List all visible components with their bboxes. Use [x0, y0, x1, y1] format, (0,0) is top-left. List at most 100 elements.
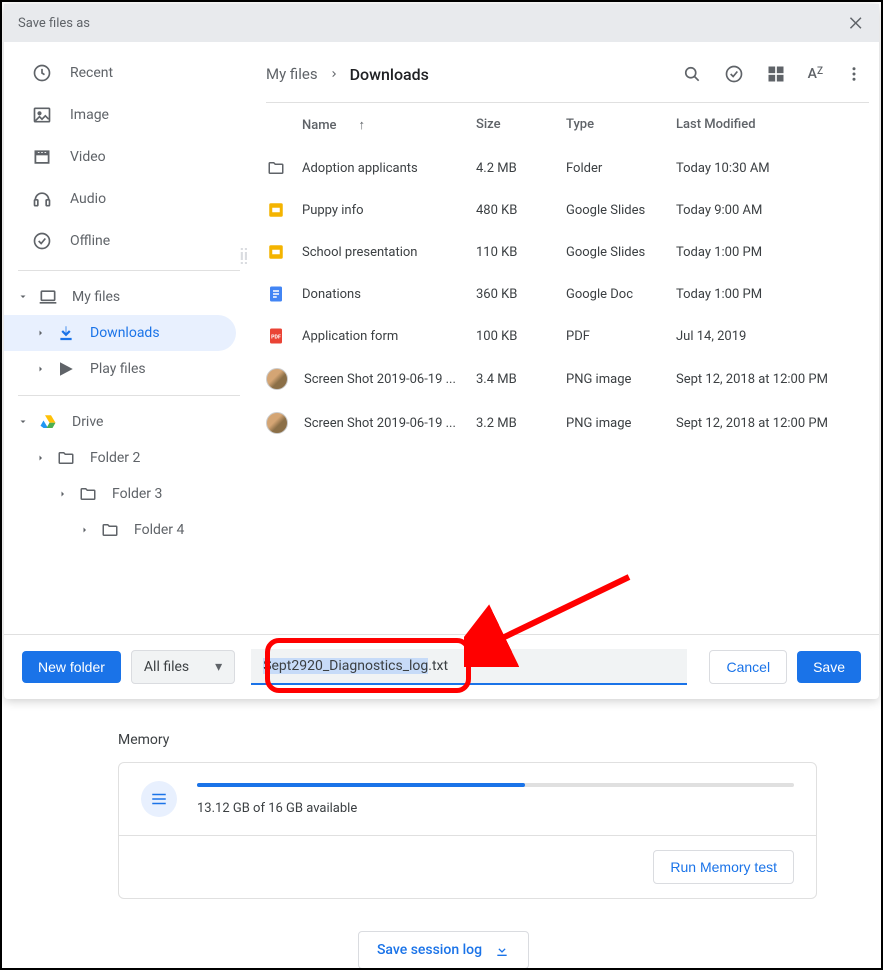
sidebar-item-image[interactable]: Image [4, 94, 254, 136]
table-row[interactable]: Puppy info480 KBGoogle SlidesToday 9:00 … [254, 189, 869, 231]
folder-icon [56, 448, 76, 468]
filename-selected-text: Sept2920_Diagnostics_log [263, 658, 428, 674]
new-folder-button[interactable]: New folder [22, 651, 121, 683]
file-name: Adoption applicants [302, 161, 418, 176]
offline-icon[interactable] [724, 64, 744, 84]
chevron-right-icon [328, 68, 340, 80]
more-options-icon[interactable] [845, 65, 863, 83]
file-type-filter[interactable]: All files ▾ [131, 650, 235, 684]
file-name: Application form [302, 329, 398, 344]
chevron-right-icon [76, 524, 94, 536]
resize-handle[interactable]: ⠿⠿ [239, 252, 250, 264]
file-size: 3.2 MB [476, 416, 566, 431]
chevron-down-icon [14, 416, 32, 428]
pdf-icon: PDF [266, 326, 286, 346]
sidebar-item-label: Offline [70, 233, 110, 249]
column-type[interactable]: Type [566, 117, 676, 133]
column-modified[interactable]: Last Modified [676, 117, 861, 133]
breadcrumb-parent[interactable]: My files [266, 65, 318, 83]
tree-item-label: Drive [72, 414, 103, 430]
filename-input[interactable]: Sept2920_Diagnostics_log.txt [251, 649, 687, 685]
tree-item-folder-4[interactable]: Folder 4 [4, 512, 254, 548]
play-icon [56, 359, 76, 379]
file-type: Google Slides [566, 203, 676, 218]
sidebar-item-offline[interactable]: Offline [4, 220, 254, 262]
folder-icon [100, 520, 120, 540]
file-size: 3.4 MB [476, 372, 566, 387]
sidebar-item-label: Audio [70, 191, 106, 207]
table-row[interactable]: Screen Shot 2019-06-19 ...3.4 MBPNG imag… [254, 357, 869, 401]
docs-icon [266, 284, 286, 304]
file-type: Google Slides [566, 245, 676, 260]
dialog-titlebar[interactable]: Save files as [4, 4, 879, 42]
file-type: Google Doc [566, 287, 676, 302]
table-row[interactable]: Screen Shot 2019-06-19 ...3.2 MBPNG imag… [254, 401, 869, 445]
file-modified: Jul 14, 2019 [676, 329, 861, 344]
download-icon [56, 323, 76, 343]
chevron-right-icon [32, 363, 50, 375]
table-row[interactable]: PDFApplication form100 KBPDFJul 14, 2019 [254, 315, 869, 357]
file-name: Screen Shot 2019-06-19 ... [304, 372, 456, 387]
tree-item-downloads[interactable]: Downloads [4, 315, 236, 351]
cancel-button[interactable]: Cancel [709, 650, 787, 684]
offline-icon [32, 231, 52, 251]
sidebar-item-video[interactable]: Video [4, 136, 254, 178]
tree-item-play-files[interactable]: Play files [4, 351, 254, 387]
folder-icon [78, 484, 98, 504]
laptop-icon [38, 287, 58, 307]
table-row[interactable]: Donations 360 KBGoogle DocToday 1:00 PM [254, 273, 869, 315]
file-size: 360 KB [476, 287, 566, 302]
sidebar-item-label: Video [70, 149, 106, 165]
memory-title: Memory [118, 732, 861, 748]
save-session-log-label: Save session log [377, 942, 482, 958]
sidebar-item-label: Image [70, 107, 109, 123]
file-modified: Sept 12, 2018 at 12:00 PM [676, 372, 861, 387]
sidebar-item-audio[interactable]: Audio [4, 178, 254, 220]
slides-icon [266, 242, 286, 262]
run-memory-test-button[interactable]: Run Memory test [653, 850, 794, 884]
chevron-right-icon [32, 327, 50, 339]
sidebar-item-recent[interactable]: Recent [4, 52, 254, 94]
file-name: Screen Shot 2019-06-19 ... [304, 416, 456, 431]
chevron-right-icon [32, 452, 50, 464]
table-header[interactable]: Name ↑ Size Type Last Modified [254, 103, 869, 147]
breadcrumb-current: Downloads [350, 65, 429, 84]
chevron-down-icon [14, 291, 32, 303]
svg-text:PDF: PDF [271, 334, 281, 340]
dialog-title: Save files as [18, 16, 90, 31]
file-size: 480 KB [476, 203, 566, 218]
save-button[interactable]: Save [797, 651, 861, 683]
close-icon[interactable] [847, 14, 865, 32]
breadcrumb[interactable]: My files Downloads [266, 65, 429, 84]
chevron-right-icon [54, 488, 72, 500]
sort-options-icon[interactable]: AZ [808, 66, 823, 82]
folder-icon [266, 158, 286, 178]
tree-item-label: Play files [90, 361, 146, 377]
save-file-dialog: Save files as Recent Image Video Audio Offli… [4, 4, 879, 699]
column-name[interactable]: Name ↑ [266, 117, 476, 133]
memory-icon [141, 781, 177, 817]
column-size[interactable]: Size [476, 117, 566, 133]
file-size: 110 KB [476, 245, 566, 260]
file-modified: Today 1:00 PM [676, 287, 861, 302]
file-type: Folder [566, 161, 676, 176]
tree-item-drive[interactable]: Drive [4, 404, 254, 440]
file-table: Name ↑ Size Type Last Modified Adoption … [254, 103, 869, 445]
tree-item-my-files[interactable]: My files [4, 279, 254, 315]
file-type: PDF [566, 329, 676, 344]
filename-suffix: .txt [428, 658, 448, 674]
file-modified: Sept 12, 2018 at 12:00 PM [676, 416, 861, 431]
table-row[interactable]: School presentation110 KBGoogle SlidesTo… [254, 231, 869, 273]
tree-item-folder-3[interactable]: Folder 3 [4, 476, 254, 512]
tree-item-label: Folder 3 [112, 486, 162, 502]
table-row[interactable]: Adoption applicants4.2 MBFolderToday 10:… [254, 147, 869, 189]
search-icon[interactable] [682, 64, 702, 84]
file-name: Donations [302, 287, 361, 302]
save-session-log-button[interactable]: Save session log [358, 931, 529, 969]
sidebar-item-label: Recent [70, 65, 113, 81]
memory-progress-bar [197, 783, 794, 787]
tree-item-folder-2[interactable]: Folder 2 [4, 440, 254, 476]
memory-card: 13.12 GB of 16 GB available Run Memory t… [118, 762, 817, 899]
tree-item-label: Folder 4 [134, 522, 184, 538]
grid-view-icon[interactable] [766, 64, 786, 84]
